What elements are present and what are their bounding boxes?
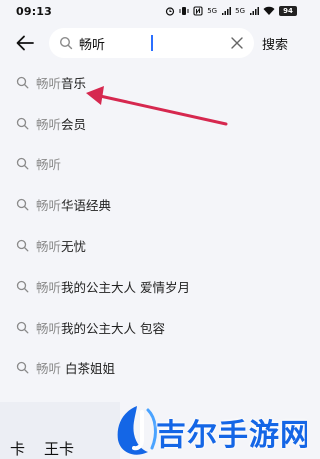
search-icon	[16, 280, 29, 293]
search-input[interactable]	[79, 33, 219, 53]
search-icon	[16, 158, 29, 170]
search-icon	[16, 199, 29, 211]
suggestion-item[interactable]: 畅听会员	[0, 103, 307, 144]
text-caret	[151, 35, 153, 51]
suggestion-prefix: 畅听	[36, 239, 62, 255]
suggestion-prefix: 畅听	[36, 198, 62, 214]
suggestion-rest: 我的公主大人 爱情岁月	[61, 279, 190, 295]
suggestion-rest: 无忧	[61, 239, 87, 255]
search-icon	[16, 117, 29, 130]
vibrate-icon	[179, 7, 189, 15]
back-arrow-icon[interactable]	[14, 32, 36, 54]
watermark-logo-icon	[117, 406, 157, 455]
suggestion-prefix: 畅听	[36, 320, 62, 336]
search-button[interactable]: 搜索	[262, 34, 288, 53]
status-bar: 09:13 5G 5G 94	[0, 0, 307, 22]
suggestion-prefix: 畅听	[36, 116, 62, 132]
watermark-text: 吉尔手游网	[156, 418, 307, 453]
nfc-icon	[193, 6, 203, 16]
watermark: 吉尔手游网	[112, 404, 307, 459]
search-box[interactable]	[49, 28, 254, 58]
suggestion-rest: 我的公主大人 包容	[61, 320, 165, 336]
suggestion-item[interactable]: 畅听 白茶姐姐	[0, 348, 307, 389]
search-icon	[16, 321, 29, 334]
signal-5g-label-2: 5G	[235, 6, 245, 15]
screen: 09:13 5G 5G 94 搜索	[0, 0, 307, 459]
tab-card[interactable]: 卡	[10, 438, 25, 459]
clear-icon[interactable]	[230, 36, 244, 50]
suggestion-item[interactable]: 畅听华语经典	[0, 184, 307, 225]
suggestion-prefix: 畅听	[36, 279, 62, 295]
wifi-icon	[263, 6, 275, 15]
suggestion-rest: 会员	[61, 116, 87, 132]
suggestion-item[interactable]: 畅听我的公主大人 包容	[0, 307, 307, 348]
alarm-icon	[166, 7, 175, 16]
suggestion-rest: 音乐	[61, 75, 87, 91]
status-time: 09:13	[16, 4, 53, 18]
suggestion-rest: 白茶姐姐	[61, 361, 115, 377]
suggestion-item[interactable]: 畅听我的公主大人 爱情岁月	[0, 266, 307, 307]
suggestion-item[interactable]: 畅听无忧	[0, 225, 307, 266]
suggestion-item[interactable]: 畅听音乐	[0, 62, 307, 103]
signal-5g-label: 5G	[207, 6, 218, 15]
search-header: 搜索	[0, 26, 307, 60]
signal-icon	[222, 7, 232, 15]
suggestion-prefix: 畅听	[36, 361, 62, 377]
suggestion-prefix: 畅听	[36, 75, 62, 91]
search-icon	[59, 36, 73, 50]
bottom-tab-bar: 卡 王卡	[0, 402, 120, 459]
search-icon	[16, 239, 29, 252]
signal-icon-2	[250, 7, 259, 15]
suggestion-rest: 华语经典	[61, 198, 112, 214]
suggestion-item[interactable]: 畅听	[0, 144, 307, 185]
battery-icon: 94	[279, 6, 297, 16]
tab-king-card[interactable]: 王卡	[44, 438, 74, 459]
search-icon	[16, 362, 29, 374]
suggestion-prefix: 畅听	[36, 157, 62, 173]
search-icon	[16, 76, 29, 89]
suggestion-list: 畅听音乐 畅听会员 畅听 畅听华语经典 畅听无忧 畅听我的公主大人 爱情岁月 畅…	[0, 62, 307, 429]
status-icons: 5G 5G 94	[165, 6, 297, 16]
